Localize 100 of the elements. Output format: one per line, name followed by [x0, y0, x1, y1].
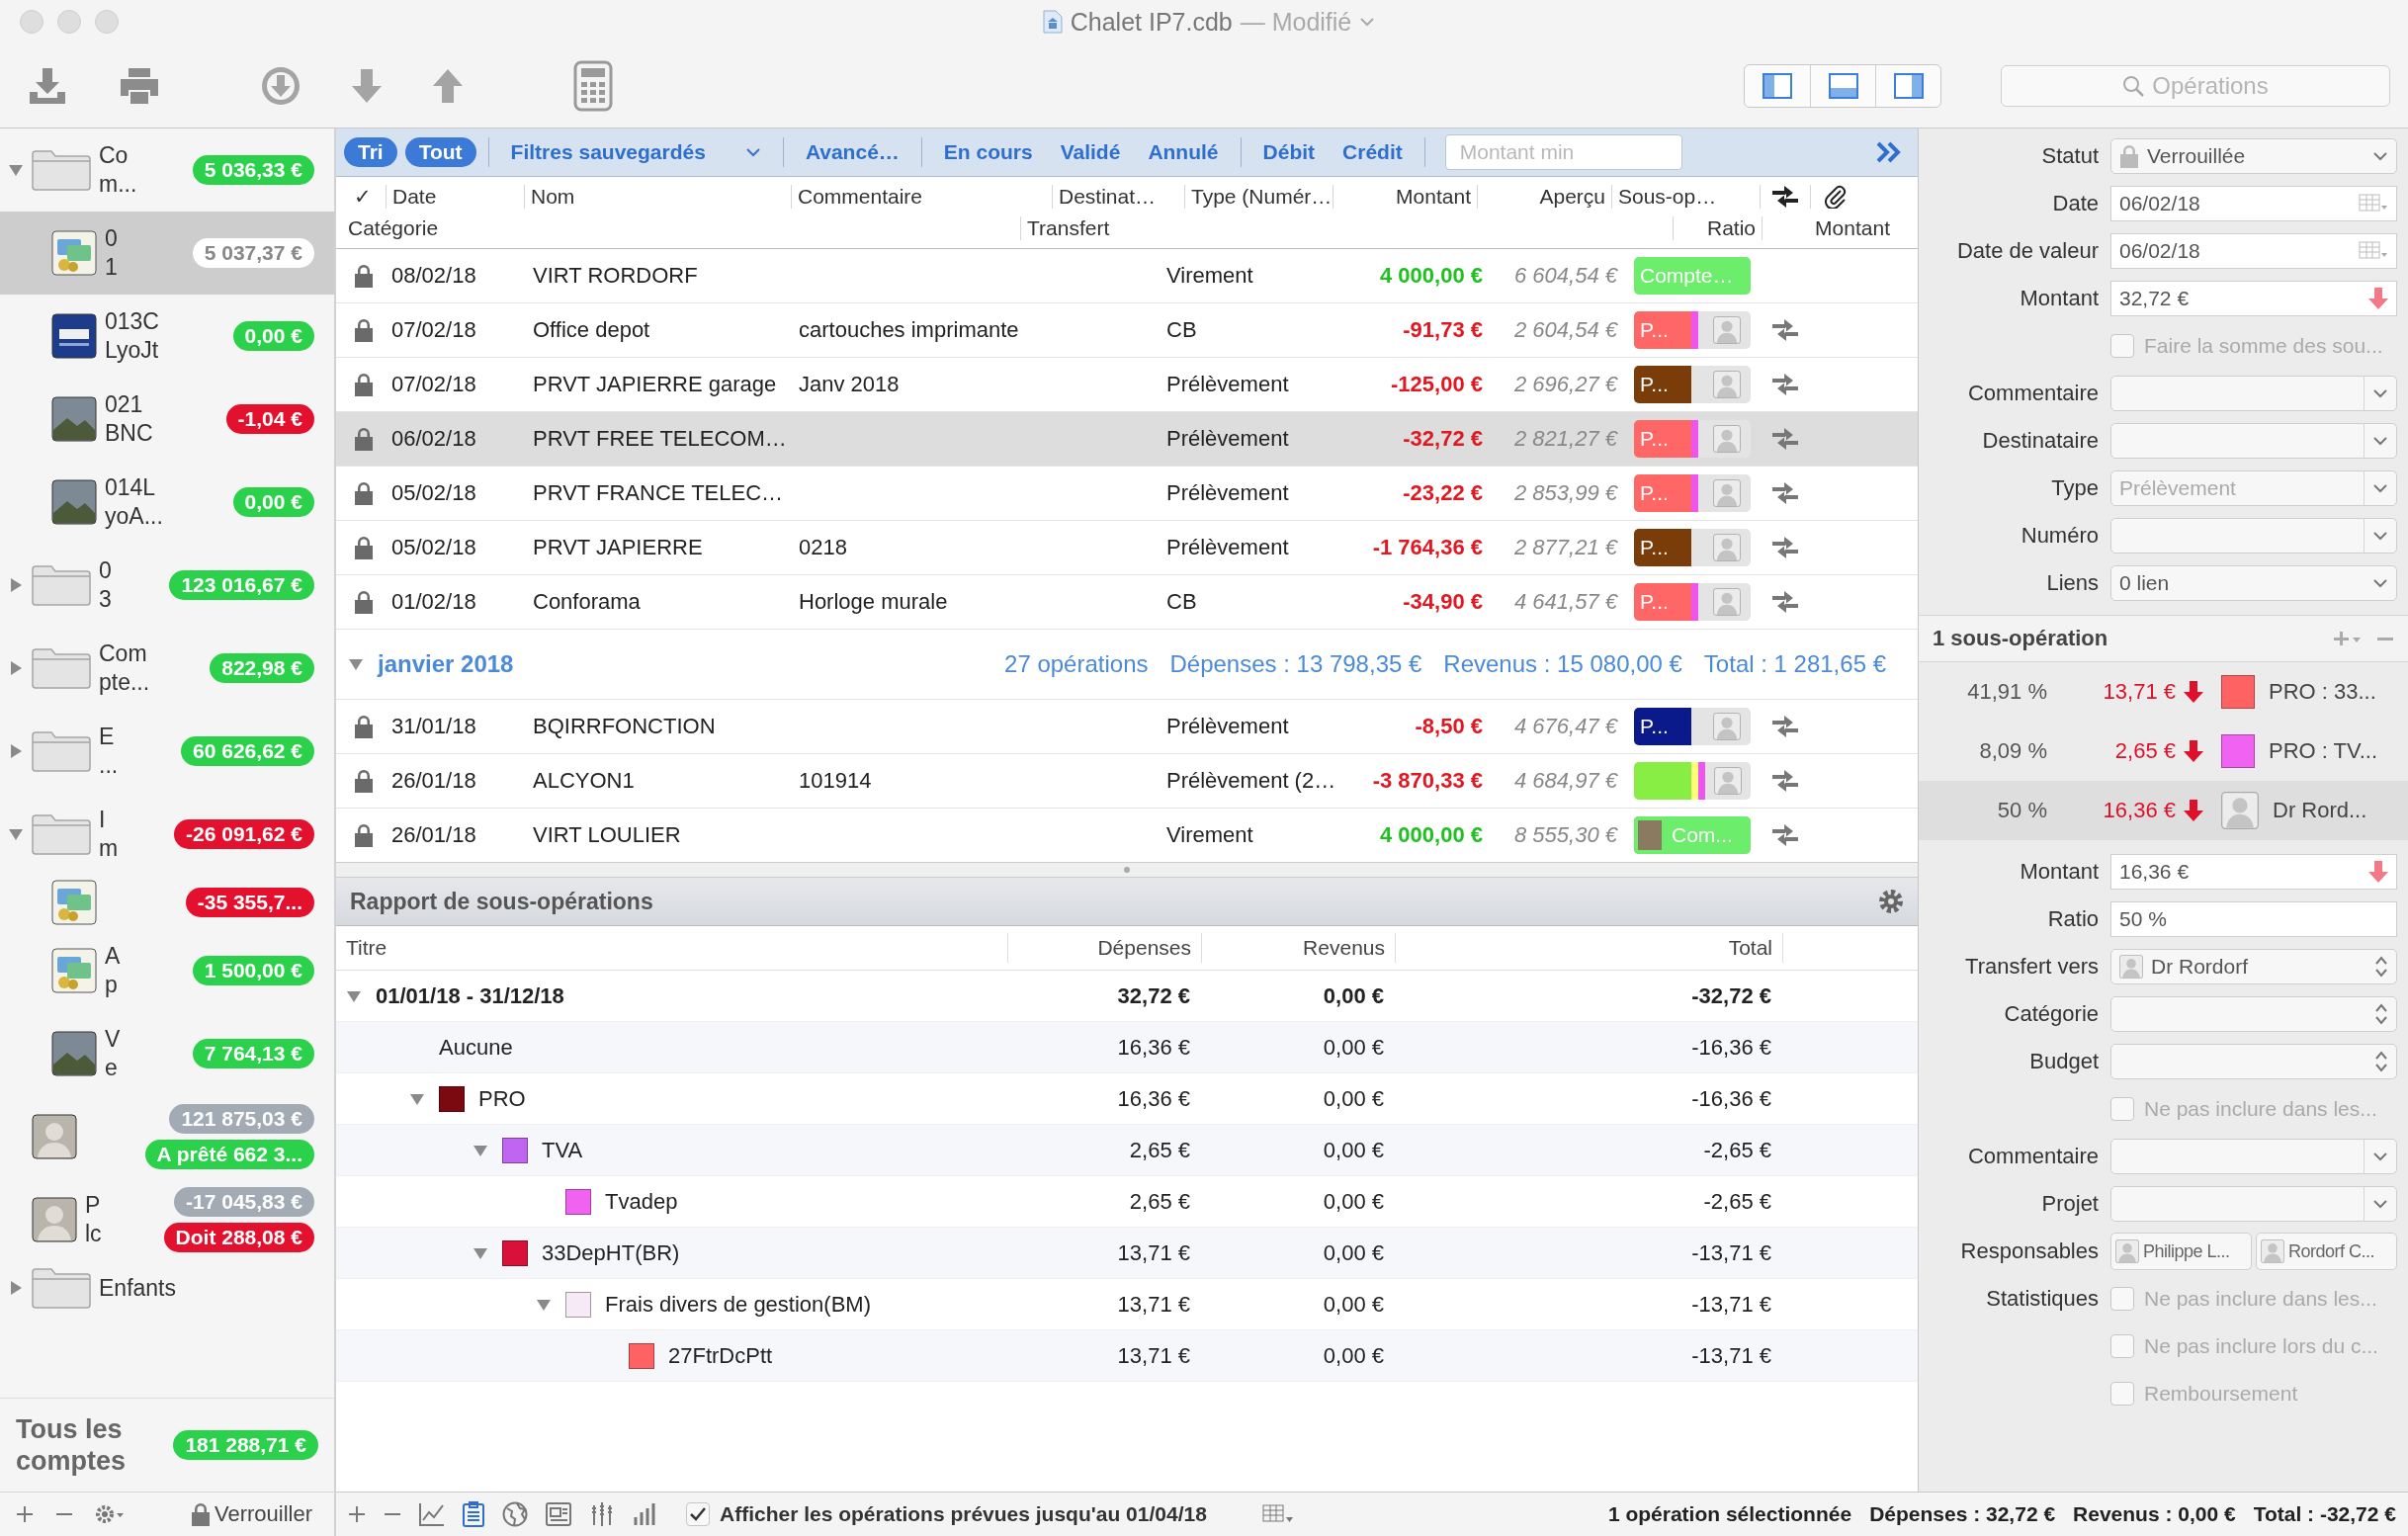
checkbox[interactable]: [2110, 1097, 2134, 1121]
column-header[interactable]: Transfert: [1020, 216, 1673, 240]
disclosure-triangle-icon[interactable]: [8, 826, 24, 842]
column-header[interactable]: Aperçu: [1477, 185, 1611, 209]
date-field[interactable]: 06/02/18: [2110, 233, 2397, 269]
filter-button[interactable]: Avancé…: [795, 140, 909, 164]
plus-icon[interactable]: [16, 1505, 34, 1523]
transaction-row[interactable]: 06/02/18 PRVT FREE TELECOM… Prélèvement -32,72 € 2 821,27 € P...: [336, 412, 1918, 467]
account-row[interactable]: A p 1 500,00 €: [0, 929, 334, 1012]
balance-cell-text: 6 604,54 €: [1513, 263, 1617, 289]
disclosure-triangle-icon[interactable]: [8, 162, 24, 178]
transaction-row[interactable]: 08/02/18 VIRT RORDORF Virement 4 000,00 € 6 604,54 € Compte…: [336, 249, 1918, 303]
disclosure-triangle-icon[interactable]: [8, 577, 24, 593]
account-row[interactable]: 021 BNC -1,04 €: [0, 378, 334, 461]
transaction-row[interactable]: 05/02/18 PRVT FRANCE TELEC… Prélèvement -23,22 € 2 853,99 € P...: [336, 467, 1918, 521]
checkbox[interactable]: [686, 1502, 710, 1526]
globe-icon[interactable]: [502, 1501, 528, 1527]
account-row[interactable]: -35 355,7...: [0, 876, 334, 929]
status-text: Revenus : 0,00 €: [2073, 1502, 2236, 1526]
settings-icon[interactable]: [1878, 889, 1904, 914]
check-icon: [690, 1507, 706, 1521]
amount-field[interactable]: 16,36 €: [2110, 854, 2397, 890]
person-token[interactable]: Philippe L...: [2110, 1233, 2252, 1270]
column-header[interactable]: Titre: [336, 933, 1008, 963]
dropdown[interactable]: Verrouillée: [2110, 138, 2397, 174]
account-row[interactable]: Enfants: [0, 1261, 334, 1315]
filter-button[interactable]: Annulé: [1138, 140, 1229, 164]
column-header[interactable]: Nom: [524, 185, 791, 209]
account-row[interactable]: Com pte... 822,98 €: [0, 627, 334, 710]
transaction-row[interactable]: 01/02/18 Conforama Horloge murale CB -34,90 € 4 641,57 € P...: [336, 575, 1918, 630]
column-header[interactable]: Catégorie: [336, 216, 1020, 240]
date-field[interactable]: 06/02/18: [2110, 186, 2397, 221]
transaction-row[interactable]: 07/02/18 Office depot cartouches imprimante CB -91,73 € 2 604,54 € P...: [336, 303, 1918, 358]
amount-field[interactable]: 32,72 €: [2110, 281, 2397, 316]
account-row[interactable]: E ... 60 626,62 €: [0, 710, 334, 793]
avatar-placeholder: [2261, 1239, 2284, 1263]
transaction-row[interactable]: 31/01/18 BQIRRFONCTION Prélèvement -8,50 € 4 676,47 € P...: [336, 700, 1918, 754]
dropdown[interactable]: 0 lien: [2110, 565, 2397, 601]
clipboard-icon[interactable]: [463, 1501, 484, 1527]
checkbox[interactable]: [2110, 1287, 2134, 1311]
account-row[interactable]: P lc -17 045,83 € Doit 288,08 €: [0, 1178, 334, 1261]
split-row[interactable]: 50 % 16,36 € Dr Rord...: [1919, 781, 2408, 840]
filter-button[interactable]: En cours: [933, 140, 1043, 164]
filter-button[interactable]: Validé: [1050, 140, 1131, 164]
column-header[interactable]: Ratio: [1673, 216, 1762, 240]
account-row[interactable]: V e 7 764,13 €: [0, 1012, 334, 1095]
line-chart-icon[interactable]: [419, 1502, 445, 1526]
split-row[interactable]: 8,09 % 2,65 € PRO : TV...: [1919, 722, 2408, 781]
filter-toggle[interactable]: Tri: [344, 137, 397, 167]
checkbox[interactable]: [2110, 1334, 2134, 1358]
up-down-chevron-icon: [2374, 1003, 2388, 1025]
category-name: 33DepHT(BR): [542, 1239, 680, 1266]
column-header[interactable]: Sous-op…: [1611, 185, 1760, 209]
saved-filters-dropdown[interactable]: Filtres sauvegardés: [500, 140, 771, 164]
account-row[interactable]: 0 3 123 016,67 €: [0, 544, 334, 627]
person-token[interactable]: Rordorf C...: [2256, 1233, 2397, 1270]
column-header[interactable]: Revenus: [1202, 933, 1396, 963]
column-header[interactable]: Montant: [1762, 216, 1896, 240]
column-header[interactable]: Type (Numér…: [1184, 185, 1333, 209]
plus-icon[interactable]: [348, 1505, 366, 1523]
account-row[interactable]: 013C LyoJt 0,00 €: [0, 295, 334, 378]
transfer-arrows-icon[interactable]: [1772, 185, 1798, 209]
column-header[interactable]: Commentaire: [791, 185, 1052, 209]
type-cell-text: Prélèvement: [1166, 480, 1290, 506]
checkbox[interactable]: [2110, 1382, 2134, 1406]
split-row[interactable]: 41,91 % 13,71 € PRO : 33...: [1919, 662, 2408, 722]
disclosure-triangle-icon[interactable]: [8, 660, 24, 676]
account-row[interactable]: I m -26 091,62 €: [0, 793, 334, 876]
splitter-handle[interactable]: [1124, 867, 1130, 873]
disclosure-triangle-icon[interactable]: [348, 656, 364, 672]
account-row[interactable]: 014L yoA... 0,00 €: [0, 461, 334, 544]
column-header[interactable]: Dépenses: [1008, 933, 1202, 963]
account-row[interactable]: Co m... 5 036,33 €: [0, 128, 334, 212]
disclosure-triangle-icon[interactable]: [8, 1280, 24, 1296]
gear-icon[interactable]: [95, 1504, 125, 1524]
grid-menu-icon[interactable]: [1261, 1503, 1294, 1525]
filter-button[interactable]: Débit: [1252, 140, 1326, 164]
stepper-popup[interactable]: Dr Rordorf: [2110, 949, 2397, 984]
account-row[interactable]: 0 1 5 037,37 €: [0, 212, 334, 295]
column-header[interactable]: Total: [1396, 933, 1783, 963]
checkbox[interactable]: [2110, 334, 2134, 358]
text-field[interactable]: 50 %: [2110, 901, 2397, 937]
transaction-row[interactable]: 05/02/18 PRVT JAPIERRE 0218 Prélèvement -1 764,36 € 2 877,21 € P...: [336, 521, 1918, 575]
column-header[interactable]: Date: [386, 185, 524, 209]
bar-chart-icon[interactable]: [633, 1502, 656, 1526]
date-cell-text: 26/01/18: [391, 822, 477, 848]
paperclip-icon[interactable]: [1824, 185, 1848, 209]
lock-button[interactable]: Verrouiller: [184, 1500, 318, 1528]
disclosure-triangle-icon[interactable]: [8, 743, 24, 759]
filter-button[interactable]: Crédit: [1333, 140, 1413, 164]
add-menu-icon[interactable]: [2333, 630, 2363, 647]
bank-card-icon: [51, 948, 97, 993]
column-header[interactable]: Destinat…: [1052, 185, 1184, 209]
split-amount: 16,36 €: [2102, 798, 2176, 823]
id-card-icon[interactable]: [546, 1502, 571, 1526]
column-header[interactable]: ✓: [336, 185, 386, 209]
transaction-row[interactable]: 26/01/18 ALCYON1 101914 Prélèvement (2… -3 870,33 € 4 684,97 €: [336, 754, 1918, 809]
filter-toggle[interactable]: Tout: [404, 137, 476, 167]
column-header[interactable]: Montant: [1333, 185, 1477, 209]
double-chevron-icon[interactable]: [1876, 141, 1902, 163]
